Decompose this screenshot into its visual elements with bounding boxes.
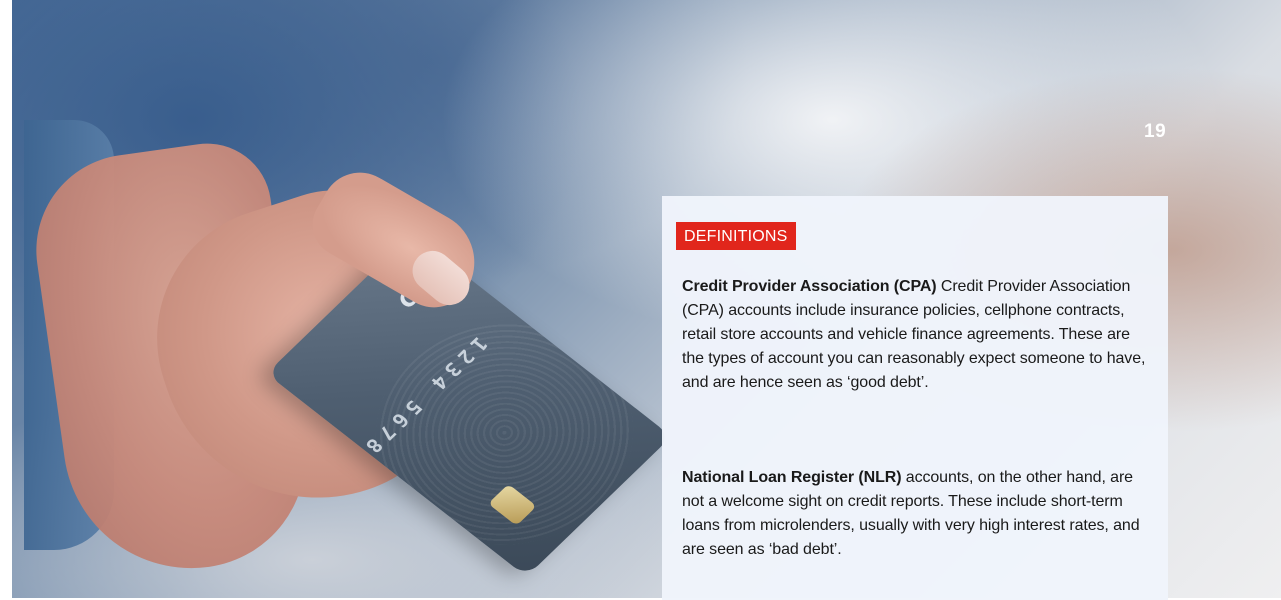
page: CreditCard 1234 5678 9101 121 19 DEFINIT… (0, 0, 1281, 600)
page-margin-left (0, 0, 12, 600)
card-fingerprint-pattern (322, 274, 672, 577)
definitions-box: DEFINITIONS Credit Provider Association … (662, 196, 1168, 600)
definition-cpa: Credit Provider Association (CPA) Credit… (682, 275, 1152, 395)
definition-term: Credit Provider Association (CPA) (682, 278, 937, 295)
definitions-label: DEFINITIONS (676, 222, 796, 250)
definition-term: National Loan Register (NLR) (682, 469, 902, 486)
definition-nlr: National Loan Register (NLR) accounts, o… (682, 466, 1152, 562)
page-number: 19 (1144, 121, 1167, 142)
